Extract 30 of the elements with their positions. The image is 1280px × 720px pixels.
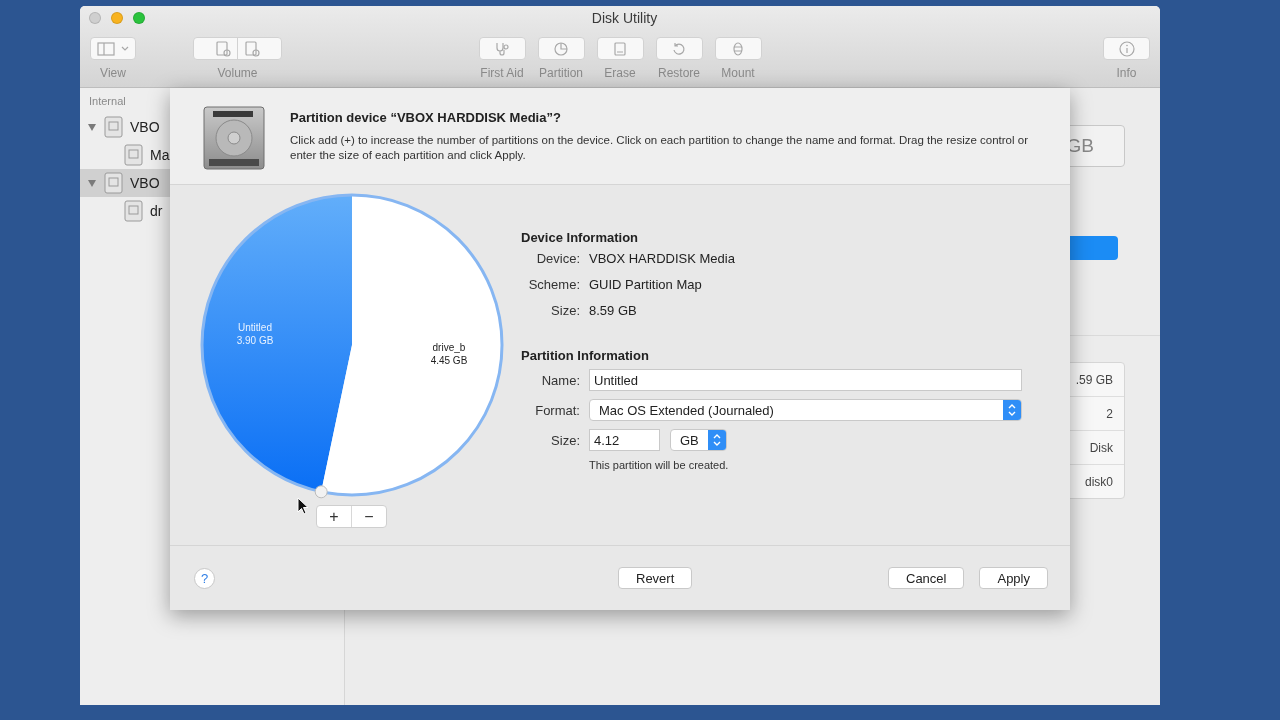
info-value: 8.59 GB [589, 303, 638, 318]
table-cell-text: .59 GB [1074, 371, 1114, 389]
toolbar-label: Info [1116, 66, 1137, 80]
sidebar-item-label: dr [150, 203, 163, 219]
toolbar-label: Partition [539, 66, 583, 80]
info-value: VBOX HARDDISK Media [589, 251, 736, 266]
field-label: Size: [550, 432, 580, 448]
info-label: Device: [535, 251, 580, 266]
sidebar-item-label: VBO [130, 175, 160, 191]
sheet-title: Partition device “VBOX HARDDISK Media”? [290, 110, 562, 125]
field-label: Name: [540, 372, 580, 388]
info-value: GUID Partition Map [589, 277, 703, 292]
info-label: Scheme: [527, 277, 580, 292]
info-label: Size: [550, 303, 580, 318]
partition-note: This partition will be created. [589, 459, 730, 471]
section-heading: Device Information [521, 230, 640, 245]
toolbar-label: Erase [604, 66, 636, 80]
sidebar-item-label: VBO [130, 119, 160, 135]
toolbar-label: Volume [217, 66, 258, 80]
sidebar-section-header: Internal [88, 95, 127, 109]
toolbar-label: View [100, 66, 126, 80]
slice-label: Untitled 3.90 GB [236, 321, 274, 346]
slice-label: drive_b 4.45 GB [430, 342, 468, 367]
window-title: Disk Utility [591, 10, 658, 26]
field-label: Format: [534, 402, 580, 418]
toolbar-label: First Aid [480, 66, 524, 80]
toolbar-label: Mount [721, 66, 755, 80]
section-heading: Partition Information [521, 348, 650, 363]
sidebar-item-label: Ma [150, 147, 170, 163]
toolbar-label: Restore [658, 66, 700, 80]
